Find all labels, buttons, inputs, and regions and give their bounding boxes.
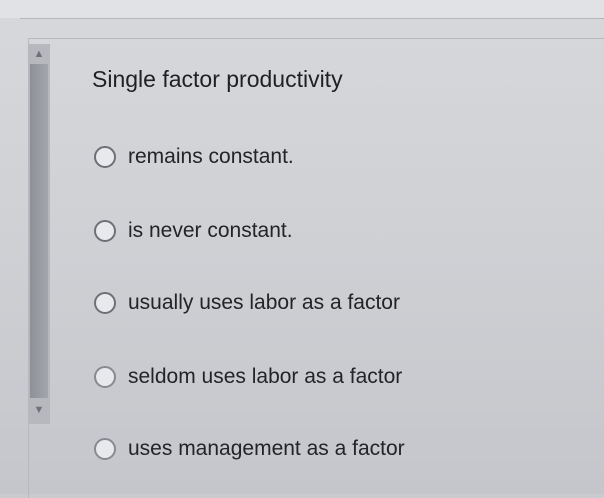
partially-visible-header (0, 0, 604, 18)
radio-button[interactable] (94, 366, 116, 388)
question-panel (28, 38, 604, 498)
quiz-page: ▲ ▼ Single factor productivity remains c… (0, 0, 604, 498)
radio-button[interactable] (94, 292, 116, 314)
answer-option-5[interactable]: uses management as a factor (94, 432, 405, 466)
answer-label: seldom uses labor as a factor (128, 365, 403, 388)
question-text: Single factor productivity (92, 66, 343, 92)
radio-button[interactable] (94, 220, 116, 242)
header-divider (20, 18, 604, 19)
answer-label: uses management as a factor (128, 437, 405, 460)
chevron-down-icon[interactable]: ▼ (31, 402, 47, 418)
answer-option-3[interactable]: usually uses labor as a factor (94, 286, 400, 320)
answer-label: is never constant. (128, 219, 293, 242)
answer-option-2[interactable]: is never constant. (94, 214, 293, 248)
answer-option-4[interactable]: seldom uses labor as a factor (94, 360, 402, 394)
answer-label: remains constant. (128, 145, 294, 168)
answer-label: usually uses labor as a factor (128, 291, 400, 314)
radio-button[interactable] (94, 438, 116, 460)
chevron-up-icon[interactable]: ▲ (31, 46, 47, 62)
radio-button[interactable] (94, 146, 116, 168)
scrollbar-thumb[interactable] (30, 64, 48, 398)
answer-option-1[interactable]: remains constant. (94, 140, 294, 174)
